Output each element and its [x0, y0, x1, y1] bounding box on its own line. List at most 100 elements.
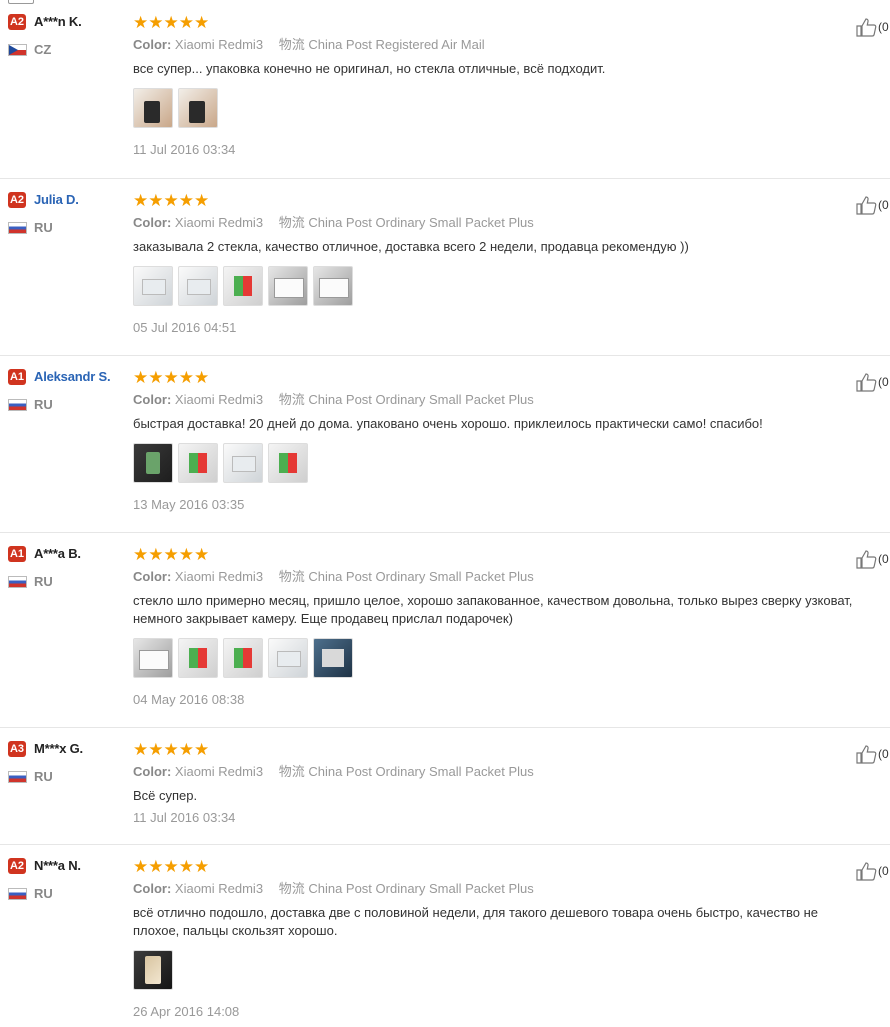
- review-photo-thumbnail[interactable]: [223, 266, 263, 306]
- star-rating: ★★★★★: [133, 740, 210, 759]
- color-value: Xiaomi Redmi3: [174, 215, 264, 230]
- review-date: 11 Jul 2016 03:34: [133, 142, 236, 157]
- review-photo-thumbnail[interactable]: [133, 950, 173, 990]
- order-info: Color: Xiaomi Redmi3 物流 China Post Ordin…: [133, 880, 890, 898]
- shipping-label: 物流: [278, 881, 305, 896]
- color-label: Color:: [133, 37, 172, 52]
- color-label: Color:: [133, 215, 172, 230]
- shipping-label: 物流: [278, 37, 305, 52]
- ru-flag-icon: [8, 575, 27, 588]
- buyer-level-badge: A1: [8, 369, 26, 385]
- review-photo-thumbnail[interactable]: [178, 88, 218, 128]
- thumbs-up-icon: [856, 862, 877, 881]
- helpful-count: (0: [878, 198, 889, 212]
- review-date: 26 Apr 2016 14:08: [133, 1004, 240, 1019]
- shipping-label: 物流: [278, 215, 305, 230]
- order-info: Color: Xiaomi Redmi3 物流 China Post Regis…: [133, 36, 890, 54]
- country-code: CZ: [34, 42, 52, 58]
- thumbs-up-icon: [856, 745, 877, 764]
- review-text: заказывала 2 стекла, качество отличное, …: [133, 239, 689, 254]
- thumbs-up-icon: [856, 18, 877, 37]
- order-info: Color: Xiaomi Redmi3 物流 China Post Ordin…: [133, 568, 890, 586]
- review-photo-thumbnail[interactable]: [178, 638, 218, 678]
- country-code: RU: [34, 574, 53, 590]
- review-item: A2 N***a N. RU ★★★★★ Color: Xiaomi Redmi…: [0, 844, 890, 1027]
- helpful-button[interactable]: (0: [855, 744, 889, 764]
- reviewer-name: N***a N.: [34, 858, 81, 873]
- color-label: Color:: [133, 392, 172, 407]
- review-photo-thumbnail[interactable]: [178, 443, 218, 483]
- reviewer-country: RU: [8, 396, 53, 412]
- shipping-value: China Post Ordinary Small Packet Plus: [308, 569, 534, 584]
- review-item: A1 Aleksandr S. RU ★★★★★ Color: Xiaomi R…: [0, 355, 890, 533]
- review-content: ★★★★★ Color: Xiaomi Redmi3 物流 China Post…: [133, 858, 890, 1020]
- review-photo-thumbnail[interactable]: [133, 443, 173, 483]
- review-content: ★★★★★ Color: Xiaomi Redmi3 物流 China Post…: [133, 14, 890, 158]
- review-text: быстрая доставка! 20 дней до дома. упако…: [133, 416, 763, 431]
- review-content: ★★★★★ Color: Xiaomi Redmi3 物流 China Post…: [133, 546, 890, 708]
- review-photo-thumbnail[interactable]: [133, 88, 173, 128]
- review-photo-thumbnail[interactable]: [133, 266, 173, 306]
- review-item: A3 M***x G. RU ★★★★★ Color: Xiaomi Redmi…: [0, 727, 890, 845]
- review-text: всё отлично подошло, доставка две с поло…: [133, 905, 819, 938]
- country-code: RU: [34, 220, 53, 236]
- ru-flag-icon: [8, 887, 27, 900]
- order-info: Color: Xiaomi Redmi3 物流 China Post Ordin…: [133, 214, 890, 232]
- color-label: Color:: [133, 569, 172, 584]
- shipping-label: 物流: [278, 392, 305, 407]
- helpful-button[interactable]: (0: [855, 549, 889, 569]
- ru-flag-icon: [8, 398, 27, 411]
- color-value: Xiaomi Redmi3: [174, 569, 264, 584]
- order-info: Color: Xiaomi Redmi3 物流 China Post Ordin…: [133, 391, 890, 409]
- review-photo-thumbnail[interactable]: [268, 638, 308, 678]
- color-value: Xiaomi Redmi3: [174, 881, 264, 896]
- review-photo-thumbnail[interactable]: [268, 443, 308, 483]
- cz-flag-icon: [8, 43, 27, 56]
- helpful-button[interactable]: (0: [855, 372, 889, 392]
- country-code: RU: [34, 886, 53, 902]
- buyer-level-badge: A1: [8, 546, 26, 562]
- reviewer-country: CZ: [8, 41, 51, 57]
- helpful-count: (0: [878, 375, 889, 389]
- order-info: Color: Xiaomi Redmi3 物流 China Post Ordin…: [133, 763, 890, 781]
- color-label: Color:: [133, 764, 172, 779]
- review-photo-thumbnail[interactable]: [223, 638, 263, 678]
- shipping-label: 物流: [278, 764, 305, 779]
- review-photo-thumbnail[interactable]: [178, 266, 218, 306]
- review-photo-thumbnail[interactable]: [133, 638, 173, 678]
- ru-flag-icon: [8, 770, 27, 783]
- review-photo-thumbnail[interactable]: [268, 266, 308, 306]
- reviewer-info: A1 Aleksandr S. RU: [8, 369, 123, 412]
- review-item: A2 Julia D. RU ★★★★★ Color: Xiaomi Redmi…: [0, 178, 890, 356]
- helpful-count: (0: [878, 747, 889, 761]
- buyer-level-badge: A2: [8, 858, 26, 874]
- review-date: 04 May 2016 08:38: [133, 692, 245, 707]
- helpful-button[interactable]: (0: [855, 195, 889, 215]
- reviewer-country: RU: [8, 768, 53, 784]
- helpful-button[interactable]: (0: [855, 17, 889, 37]
- review-photos: [133, 950, 890, 992]
- reviewer-name: A***a B.: [34, 546, 81, 561]
- reviewer-info: A3 M***x G. RU: [8, 741, 123, 784]
- review-content: ★★★★★ Color: Xiaomi Redmi3 物流 China Post…: [133, 192, 890, 336]
- reviewer-country: RU: [8, 219, 53, 235]
- helpful-count: (0: [878, 20, 889, 34]
- review-date: 05 Jul 2016 04:51: [133, 320, 237, 335]
- buyer-level-badge: A3: [8, 741, 26, 757]
- review-photo-thumbnail[interactable]: [223, 443, 263, 483]
- review-photo-thumbnail[interactable]: [313, 638, 353, 678]
- review-content: ★★★★★ Color: Xiaomi Redmi3 物流 China Post…: [133, 741, 890, 826]
- thumbs-up-icon: [856, 196, 877, 215]
- country-code: RU: [34, 397, 53, 413]
- shipping-value: China Post Ordinary Small Packet Plus: [308, 392, 534, 407]
- star-rating: ★★★★★: [133, 191, 210, 210]
- helpful-button[interactable]: (0: [855, 861, 889, 881]
- helpful-count: (0: [878, 552, 889, 566]
- thumbs-up-icon: [856, 373, 877, 392]
- review-photo-thumbnail[interactable]: [313, 266, 353, 306]
- reviewer-name-link[interactable]: Aleksandr S.: [34, 369, 111, 384]
- color-value: Xiaomi Redmi3: [174, 37, 264, 52]
- ru-flag-icon: [8, 221, 27, 234]
- star-rating: ★★★★★: [133, 368, 210, 387]
- reviewer-name-link[interactable]: Julia D.: [34, 192, 79, 207]
